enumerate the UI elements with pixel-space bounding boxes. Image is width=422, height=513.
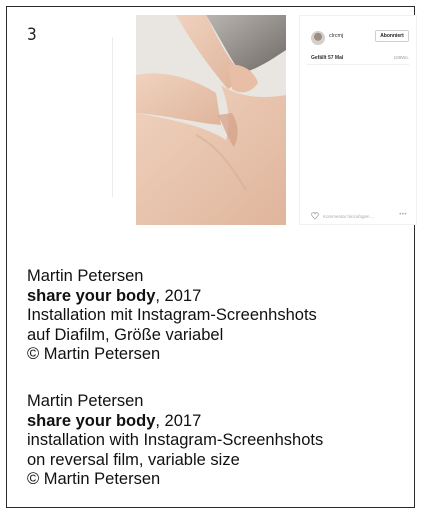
artwork-card: 3 clrcmj Abonniert Gefällt 57 Mal 108Wo.… [6,6,417,508]
slide-number: 3 [27,25,37,45]
heart-icon[interactable] [311,212,319,220]
caption-credit: © Martin Petersen [27,470,161,488]
instagram-username: clrcmj [329,33,344,39]
caption-title: share your body [27,286,156,305]
caption-medium-2: auf Diafilm, Größe variabel [27,325,224,344]
caption-title-line: share your body, 2017 [27,412,323,432]
panel-divider [307,64,409,65]
caption-medium-1: installation with Instagram-Screenhshots [27,431,324,449]
divider-line [112,37,113,197]
artwork-photo [136,15,286,225]
likes-count: Gefällt 57 Mal [311,55,344,61]
caption-medium-2: on reversal film, variable size [27,450,240,469]
avatar [311,31,325,45]
more-options-icon[interactable]: ••• [399,212,407,218]
body-photo-illustration [136,15,286,225]
follow-button[interactable]: Abonniert [375,30,409,42]
caption-year: , 2017 [155,286,202,305]
caption-title: share your body [27,411,156,430]
caption-credit: © Martin Petersen [27,345,161,363]
caption-artist: Martin Petersen [27,267,144,285]
caption-title-line: share your body, 2017 [27,287,317,307]
caption-medium-1: Installation mit Instagram-Screenhshots [27,306,317,324]
caption-year: , 2017 [155,411,202,430]
caption-artist: Martin Petersen [27,392,144,410]
caption-english: Martin Petersen share your body, 2017 in… [27,392,323,490]
post-time: 108Wo. [393,55,409,60]
caption-german: Martin Petersen share your body, 2017 In… [27,267,317,365]
comment-input[interactable]: Kommentar hinzufügen ... [323,214,375,219]
instagram-post-panel: clrcmj Abonniert Gefällt 57 Mal 108Wo. K… [299,15,417,225]
